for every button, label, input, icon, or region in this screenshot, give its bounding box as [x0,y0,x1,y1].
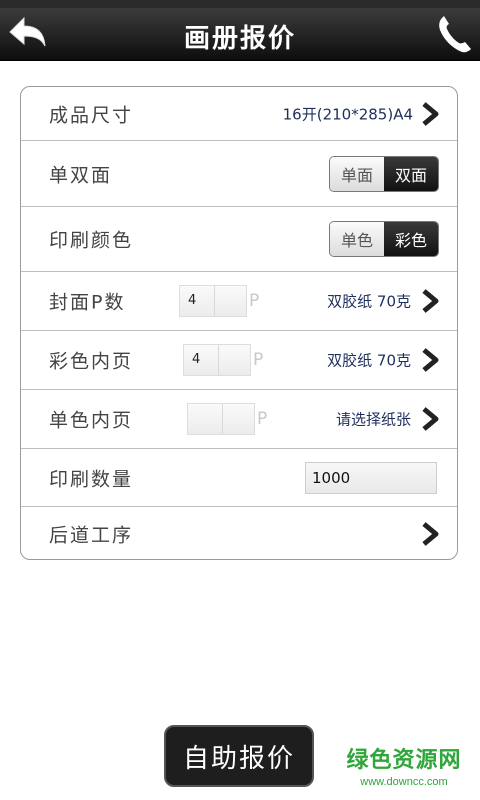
page-title: 画册报价 [183,24,296,54]
quantity-input[interactable]: 1000 [305,461,437,494]
cover-paper-value: 双胶纸 70克 [327,292,411,311]
watermark-url: www.downcc.com [360,776,448,788]
color-label: 印刷颜色 [49,229,134,252]
chevron-right-icon[interactable] [421,101,439,126]
self-quote-button[interactable]: 自助报价 [164,725,314,787]
quote-form: 成品尺寸 16开(210*285)A4 单双面 单面 双面 印刷颜色 单色 彩色… [20,86,458,560]
color-inner-label: 彩色内页 [49,350,134,373]
row-color-inner-pages[interactable]: 彩色内页 4 P 双胶纸 70克 [21,331,457,390]
quantity-label: 印刷数量 [49,468,134,490]
cover-pages-input[interactable]: 4 [179,285,247,317]
mono-inner-label: 单色内页 [49,409,134,432]
sides-toggle[interactable]: 单面 双面 [329,155,439,192]
row-size[interactable]: 成品尺寸 16开(210*285)A4 [21,87,457,141]
phone-icon [439,16,471,53]
cover-pages-unit: P [249,291,260,311]
mono-inner-paper-value: 请选择纸张 [335,410,411,429]
chevron-right-icon[interactable] [421,348,439,372]
chevron-right-icon[interactable] [421,407,439,431]
title-bar: 画册报价 [0,8,480,61]
row-color: 印刷颜色 单色 彩色 [21,207,457,272]
double-side-option[interactable]: 双面 [384,156,438,191]
row-cover-pages[interactable]: 封面P数 4 P 双胶纸 70克 [21,272,457,331]
chevron-right-icon[interactable] [421,289,439,313]
color-inner-pages-input[interactable]: 4 [183,344,251,376]
color-toggle[interactable]: 单色 彩色 [329,221,439,257]
mono-inner-unit: P [257,409,268,429]
chevron-right-icon[interactable] [421,522,439,546]
row-sides: 单双面 单面 双面 [21,141,457,207]
size-value: 16开(210*285)A4 [282,105,413,123]
color-inner-unit: P [253,350,264,370]
size-label: 成品尺寸 [49,104,134,126]
row-post-process[interactable]: 后道工序 [21,507,457,559]
color-inner-paper-value: 双胶纸 70克 [327,351,411,370]
sides-label: 单双面 [49,164,113,186]
site-watermark: 绿色资源网 www.downcc.com [344,742,464,788]
row-quantity: 印刷数量 1000 [21,449,457,507]
watermark-title: 绿色资源网 [346,748,462,773]
post-process-label: 后道工序 [49,524,134,547]
status-bar [0,0,480,8]
cover-pages-label: 封面P数 [49,291,126,314]
mono-inner-pages-input[interactable] [187,403,255,435]
mono-color-option[interactable]: 单色 [330,222,384,256]
row-mono-inner-pages[interactable]: 单色内页 P 请选择纸张 [21,390,457,449]
single-side-option[interactable]: 单面 [330,156,384,191]
full-color-option[interactable]: 彩色 [384,222,438,256]
call-button[interactable] [434,12,474,56]
